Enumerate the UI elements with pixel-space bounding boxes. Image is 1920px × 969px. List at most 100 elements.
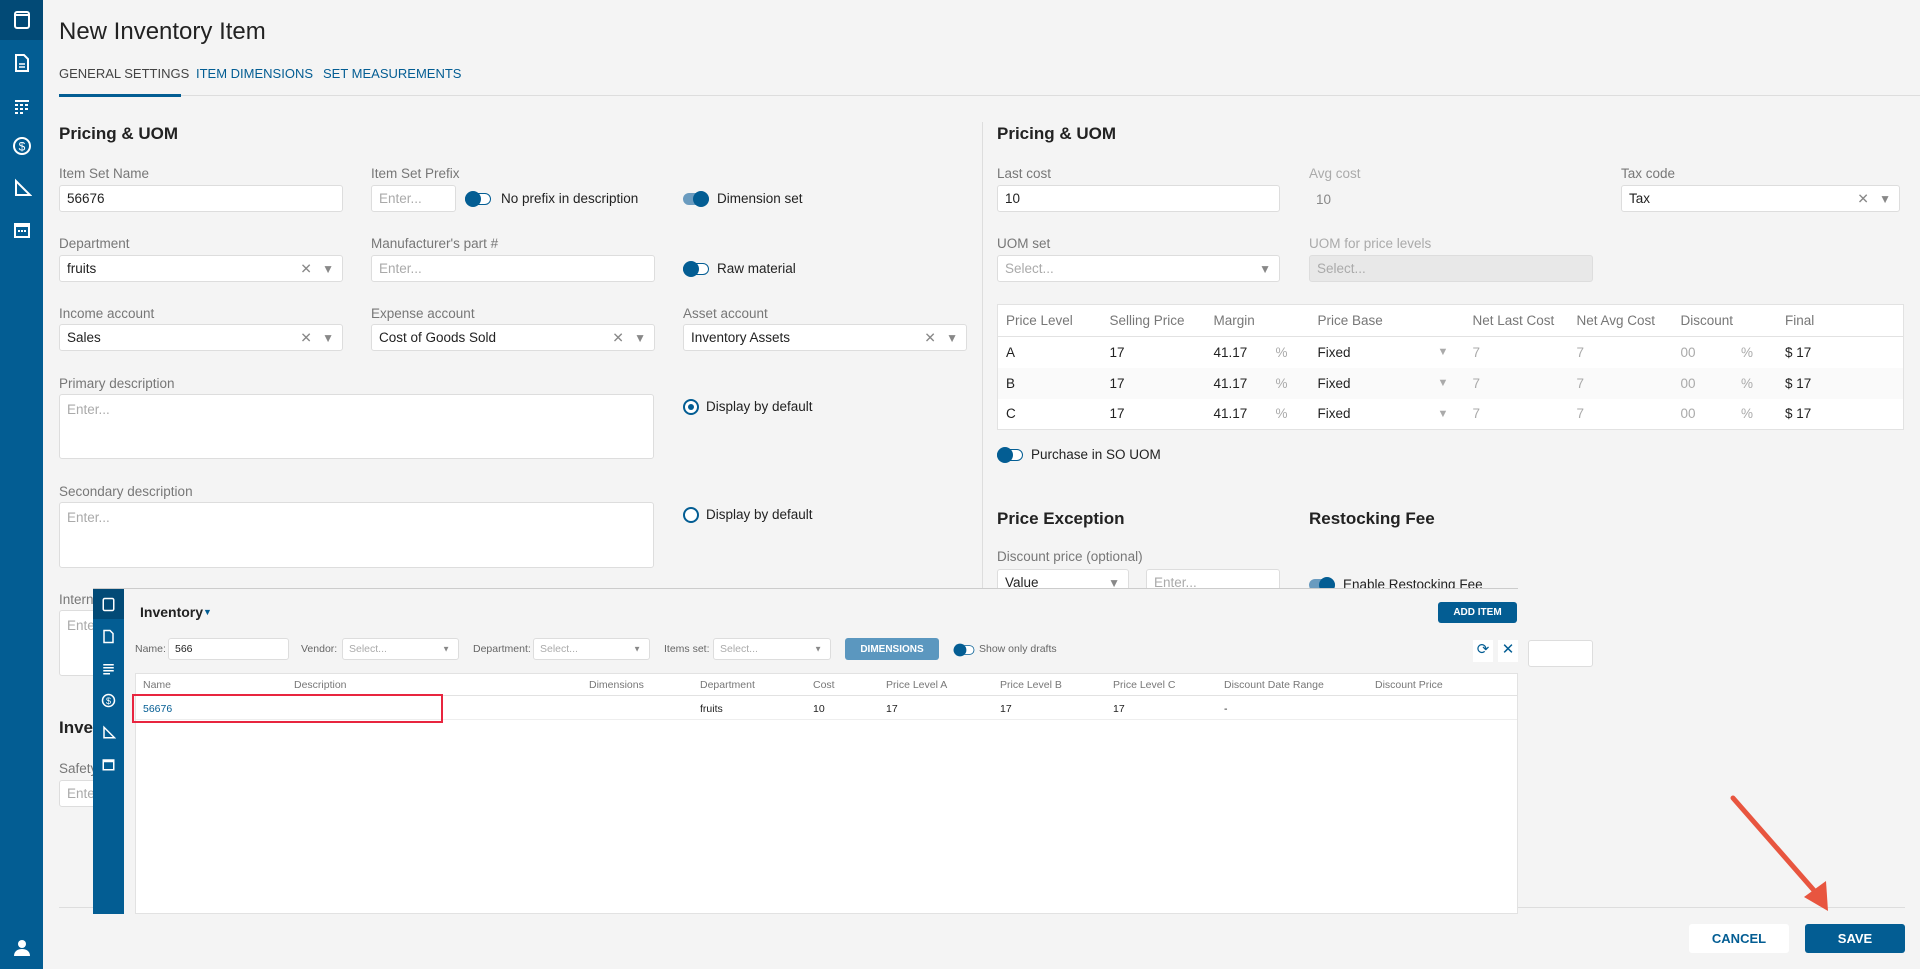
popup-sidebar-measure[interactable] <box>93 717 124 747</box>
department-select[interactable]: fruits ✕ ▼ <box>59 255 343 282</box>
popup-sidebar-pricing[interactable]: $ <box>93 685 124 715</box>
primary-description-label: Primary description <box>59 376 175 391</box>
expense-account-select[interactable]: Cost of Goods Sold ✕ ▼ <box>371 324 655 351</box>
show-drafts-toggle[interactable] <box>953 643 975 657</box>
tab-set-measurements[interactable]: SET MEASUREMENTS <box>323 66 461 81</box>
cell-net-last: 7 <box>1464 367 1569 399</box>
clear-icon[interactable]: ✕ <box>300 329 312 346</box>
purchase-so-uom-toggle[interactable] <box>997 447 1023 463</box>
arrow-shaft <box>1730 795 1821 898</box>
department-filter-select[interactable]: Select... ▼ <box>533 638 650 660</box>
close-icon[interactable]: ✕ <box>1498 640 1518 662</box>
sidebar-item-grid[interactable] <box>0 86 43 126</box>
cell-selling[interactable]: 17 <box>1102 337 1206 368</box>
popup-sidebar-documents[interactable] <box>93 621 124 651</box>
internal-label: Intern <box>59 592 94 607</box>
items-set-filter-select[interactable]: Select... ▼ <box>713 638 831 660</box>
vendor-filter-select[interactable]: Select... ▼ <box>342 638 459 660</box>
cancel-button[interactable]: CANCEL <box>1689 924 1789 953</box>
save-button[interactable]: SAVE <box>1805 924 1905 953</box>
cell-base[interactable]: Fixed <box>1310 337 1430 368</box>
dimension-set-label: Dimension set <box>717 191 803 206</box>
cell-margin[interactable]: 41.17 <box>1206 337 1268 368</box>
cell-discount[interactable]: 00 <box>1672 367 1734 399</box>
caret-down-icon[interactable]: ▼ <box>203 607 212 617</box>
column-header[interactable]: Cost <box>813 679 835 691</box>
chevron-down-icon: ▼ <box>634 330 646 345</box>
column-divider <box>982 122 983 588</box>
manufacturer-part-input[interactable]: Enter... <box>371 255 655 282</box>
popup-title[interactable]: Inventory <box>140 604 203 620</box>
column-header[interactable]: Price Level B <box>1000 679 1062 691</box>
popup-sidebar-grid[interactable] <box>93 653 124 683</box>
column-header[interactable]: Discount Date Range <box>1224 679 1324 691</box>
cell-dpct: % <box>1733 367 1778 399</box>
asset-account-select[interactable]: Inventory Assets ✕ ▼ <box>683 324 967 351</box>
cell-base[interactable]: Fixed <box>1309 367 1430 399</box>
cell-cost: 10 <box>813 703 825 715</box>
column-header[interactable]: Price Level C <box>1113 679 1175 691</box>
discount-price-label: Discount price (optional) <box>997 549 1143 564</box>
clear-icon[interactable]: ✕ <box>612 329 624 346</box>
income-account-select[interactable]: Sales ✕ ▼ <box>59 324 343 351</box>
cell-margin[interactable]: 41.17 <box>1206 399 1268 430</box>
dimension-set-toggle[interactable] <box>683 191 709 207</box>
cell-plc: 17 <box>1113 703 1125 715</box>
clear-icon[interactable]: ✕ <box>1857 190 1869 207</box>
section-heading: Pricing & UOM <box>59 124 179 143</box>
column-header[interactable]: Dimensions <box>589 679 644 691</box>
tab-general-settings[interactable]: GENERAL SETTINGS <box>59 66 189 81</box>
document-icon <box>14 54 29 72</box>
cell-base[interactable]: Fixed <box>1310 399 1430 430</box>
item-set-name-input[interactable]: 56676 <box>59 185 343 212</box>
calendar-icon <box>102 758 115 770</box>
column-header[interactable]: Department <box>700 679 755 691</box>
uom-set-select[interactable]: Select... ▼ <box>997 255 1280 282</box>
raw-material-toggle[interactable] <box>683 261 709 277</box>
column-header[interactable]: Description <box>294 679 347 691</box>
last-cost-input[interactable]: 10 <box>997 185 1280 212</box>
clear-icon[interactable]: ✕ <box>924 329 936 346</box>
display-default-radio-2[interactable] <box>683 507 699 523</box>
dimensions-button[interactable]: DIMENSIONS <box>845 638 939 660</box>
name-filter-input[interactable]: 566 <box>168 638 289 660</box>
chevron-down-icon[interactable]: ▼ <box>1430 399 1465 430</box>
column-header[interactable]: Name <box>143 679 171 691</box>
name-filter-label: Name: <box>135 643 166 655</box>
uom-set-label: UOM set <box>997 236 1051 251</box>
cell-selling[interactable]: 17 <box>1102 399 1206 430</box>
clear-icon[interactable]: ✕ <box>300 260 312 277</box>
tab-item-dimensions[interactable]: ITEM DIMENSIONS <box>196 66 313 81</box>
secondary-description-textarea[interactable]: Enter... <box>59 502 654 568</box>
cell-discount[interactable]: 00 <box>1673 399 1734 430</box>
chevron-down-icon[interactable]: ▼ <box>1429 367 1465 399</box>
item-set-prefix-input[interactable]: Enter... <box>371 185 456 212</box>
add-item-button[interactable]: ADD ITEM <box>1438 602 1517 623</box>
popup-sidebar-inventory[interactable] <box>93 589 124 619</box>
input-value: 56676 <box>67 191 105 206</box>
cell-discount[interactable]: 00 <box>1673 337 1734 368</box>
main-sidebar: $ <box>0 0 43 969</box>
sidebar-item-calendar[interactable] <box>0 210 43 250</box>
sidebar-item-inventory[interactable] <box>0 0 43 40</box>
sidebar-item-documents[interactable] <box>0 43 43 83</box>
display-default-radio-1[interactable] <box>683 399 699 415</box>
popup-sidebar-calendar[interactable] <box>93 749 124 779</box>
chevron-down-icon[interactable]: ▼ <box>1430 337 1465 368</box>
last-cost-label: Last cost <box>997 166 1052 181</box>
sidebar-user[interactable] <box>0 928 43 968</box>
cell-margin[interactable]: 41.17 <box>1205 367 1268 399</box>
column-header[interactable]: Discount Price <box>1375 679 1443 691</box>
cell-pct: % <box>1267 367 1310 399</box>
set-square-icon <box>103 724 116 738</box>
sidebar-item-pricing[interactable]: $ <box>0 126 43 166</box>
sidebar-item-measure[interactable] <box>0 168 43 208</box>
no-prefix-toggle[interactable] <box>465 191 491 207</box>
primary-description-textarea[interactable]: Enter... <box>59 394 654 459</box>
cell-selling[interactable]: 17 <box>1101 367 1206 399</box>
tax-code-select[interactable]: Tax ✕ ▼ <box>1621 185 1900 212</box>
column-header[interactable]: Price Level A <box>886 679 947 691</box>
cell-name[interactable]: 56676 <box>143 703 172 715</box>
restocking-fee-input[interactable] <box>1528 640 1593 667</box>
refresh-icon[interactable]: ⟳ <box>1473 640 1493 662</box>
